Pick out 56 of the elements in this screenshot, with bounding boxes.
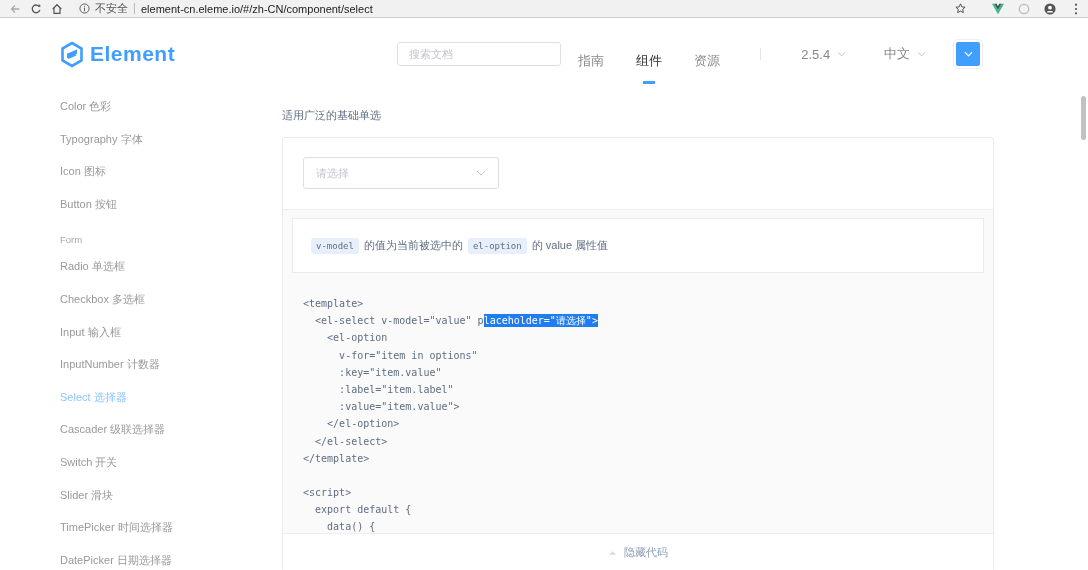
code-text: <template> [303, 297, 364, 310]
hide-code-button[interactable]: 隐藏代码 [608, 545, 668, 560]
sidebar-item[interactable]: Icon 图标 [60, 155, 106, 188]
inline-code: v-model [311, 237, 359, 254]
sidebar-item[interactable]: Radio 单选框 [60, 250, 125, 283]
language-dropdown[interactable]: 中文 [884, 45, 911, 63]
code-text: v-for="item in options" [338, 348, 478, 362]
sidebar-item[interactable]: Cascader 级联选择器 [60, 413, 166, 446]
code-text: :label="item.label" [338, 382, 454, 396]
url-text: element-cn.eleme.io/#/zh-CN/component/select [141, 2, 373, 15]
note-text: 的 value 属性值 [531, 238, 609, 253]
caret-up-icon [608, 550, 616, 555]
sidebar-item[interactable]: TimePicker 时间选择器 [60, 511, 173, 544]
info-icon[interactable] [79, 3, 90, 14]
version-dropdown[interactable]: 2.5.4 [801, 46, 831, 62]
menu-icon[interactable] [1074, 2, 1078, 15]
code-text: export default { [314, 503, 412, 517]
code-text: </template> [303, 451, 370, 465]
sidebar-group-title: Form [60, 233, 83, 248]
note-text: 的值为当前被选中的 [363, 238, 463, 253]
code-text: <script> [303, 486, 352, 500]
sidebar-item[interactable]: Checkbox 多选框 [60, 282, 145, 316]
sidebar-item[interactable]: Switch 开关 [60, 445, 118, 479]
code-text: <el-select v-model="value" p [314, 314, 484, 328]
hexagon-logo-icon[interactable] [60, 40, 84, 68]
nav-tab[interactable]: 资源 [694, 38, 721, 84]
caret-icon [963, 51, 973, 57]
sidebar-item[interactable]: Button 按钮 [60, 187, 117, 221]
sidebar-item[interactable]: DatePicker 日期选择器 [60, 543, 172, 570]
sidebar-item[interactable]: Color 色彩 [60, 90, 112, 123]
vue-extension-icon[interactable] [992, 2, 1004, 15]
reload-icon[interactable] [30, 2, 42, 15]
nav-tab[interactable]: 组件 [636, 38, 663, 84]
code-text: data() { [326, 520, 376, 533]
account-icon[interactable] [1044, 2, 1056, 15]
code-text: :value="item.value"> [338, 400, 460, 414]
sidebar-item[interactable]: Typography 字体 [60, 122, 143, 156]
sidebar-item[interactable]: Select 选择器 [60, 380, 127, 414]
section-description: 适用广泛的基础单选 [282, 108, 382, 123]
theme-button[interactable] [956, 42, 981, 66]
sidebar-item[interactable]: Input 输入框 [60, 315, 121, 349]
nav-tab[interactable]: 指南 [578, 38, 605, 84]
sidebar-item[interactable]: InputNumber 计数器 [60, 348, 160, 381]
star-icon[interactable] [955, 3, 966, 14]
inline-code: el-option [467, 237, 527, 254]
security-label: 不安全 [95, 1, 128, 16]
code-text: :key="item.value" [338, 365, 442, 379]
code-text: <el-option [326, 331, 388, 345]
search-field[interactable]: 搜索文档 [397, 42, 562, 66]
code-text: </el-option> [326, 417, 400, 431]
code-text: laceholder="请选择"> [483, 314, 598, 328]
sidebar-item[interactable]: Slider 滑块 [60, 478, 114, 512]
home-icon[interactable] [51, 2, 63, 15]
caret-icon [476, 170, 486, 176]
logo-text[interactable]: Element [90, 42, 176, 66]
code-text: </el-select> [314, 434, 388, 448]
